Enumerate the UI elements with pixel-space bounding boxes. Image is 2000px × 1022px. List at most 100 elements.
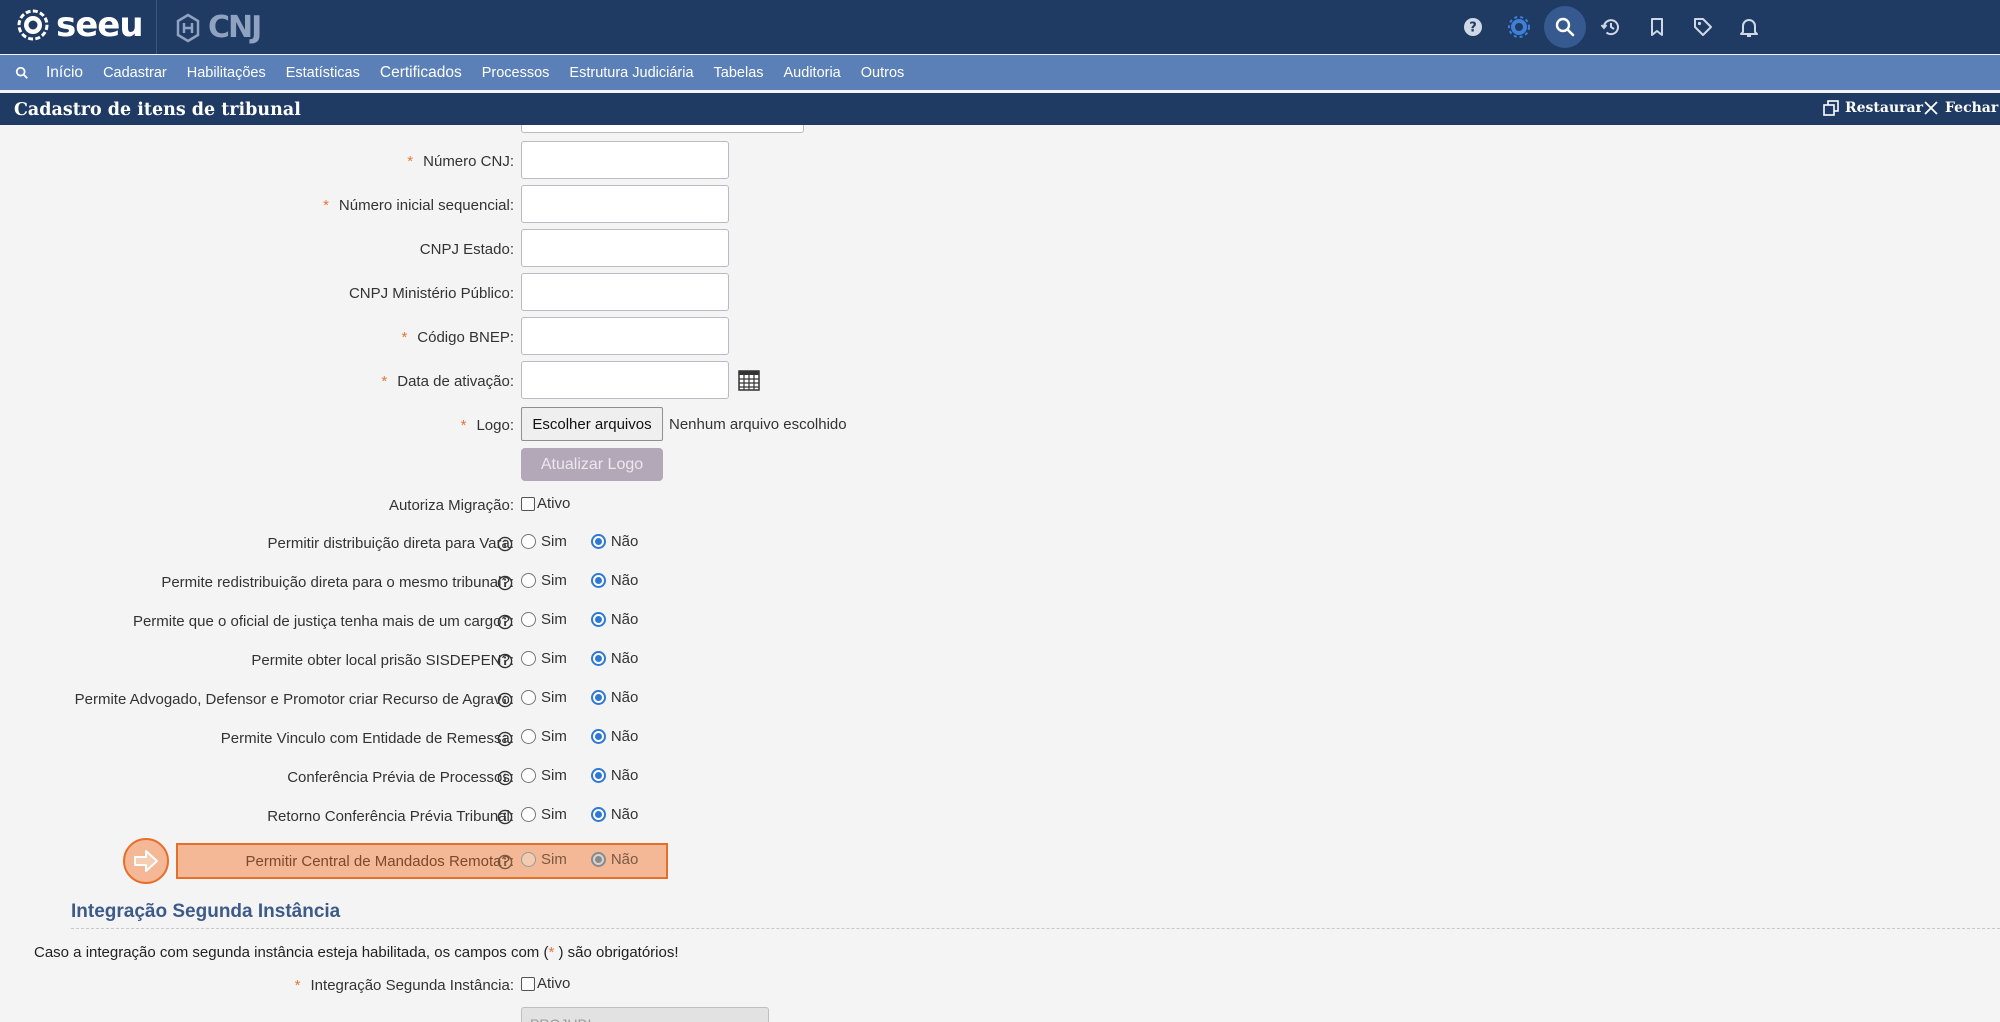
menu-item-inicio[interactable]: Início (46, 64, 83, 82)
radio-nao[interactable] (590, 807, 606, 822)
numero-inicial-label: * Número inicial sequencial: (323, 197, 514, 214)
radio-nao[interactable] (590, 690, 606, 705)
restore-button[interactable]: Restaurar (1822, 99, 1923, 117)
radio-sim[interactable] (521, 573, 536, 588)
numero-cnj-text: Número CNJ: (423, 153, 514, 170)
numero-cnj-label: * Número CNJ: (407, 153, 514, 170)
info-icon[interactable] (497, 770, 513, 786)
info-icon[interactable] (497, 854, 513, 870)
integracao-checkbox[interactable] (521, 976, 535, 991)
radio-nao[interactable] (590, 612, 606, 627)
radio-label: Permitir Central de Mandados Remota?: (245, 853, 514, 870)
top-bar: seeu CNJ ? (0, 0, 2000, 54)
menu-item-outros[interactable]: Outros (861, 65, 905, 81)
bookmark-icon[interactable] (1634, 4, 1680, 50)
menu-item-habilitacoes[interactable]: Habilitações (187, 65, 266, 81)
autoriza-migracao-checkbox[interactable] (521, 496, 535, 511)
radio-sim-label: Sim (541, 851, 567, 868)
info-icon[interactable] (497, 809, 513, 825)
radio-nao-label: Não (610, 650, 639, 667)
radio-sim-label: Sim (541, 767, 567, 784)
info-icon[interactable] (497, 692, 513, 708)
info-icon[interactable] (497, 731, 513, 747)
radio-nao[interactable] (590, 768, 606, 783)
help-icon[interactable]: ? (1450, 4, 1496, 50)
radio-sim[interactable] (521, 612, 536, 627)
radio-nao-label: Não (610, 689, 639, 706)
choose-file-button[interactable]: Escolher arquivos (521, 407, 663, 441)
menu-item-auditoria[interactable]: Auditoria (784, 65, 841, 81)
radio-label: Permite Vinculo com Entidade de Remessa: (220, 730, 514, 747)
radio-sim[interactable] (521, 651, 536, 666)
radio-sim-label: Sim (541, 533, 567, 550)
radio-label: Permitir distribuição direta para Vara: (267, 535, 515, 552)
info-icon[interactable] (497, 575, 513, 591)
svg-text:?: ? (1469, 21, 1477, 36)
radio-nao[interactable] (590, 729, 606, 744)
cnj-mark-icon (176, 13, 200, 42)
radio-nao-label: Não (610, 728, 639, 745)
bell-icon[interactable] (1726, 4, 1772, 50)
row-data-ativacao: * Data de ativação: (0, 361, 2000, 401)
theme-toggle-icon[interactable] (1496, 4, 1542, 50)
row-cnpj-estado: CNPJ Estado: (0, 229, 2000, 269)
menu-item-estrutura-judiciaria[interactable]: Estrutura Judiciária (569, 65, 693, 81)
cnpj-estado-input[interactable] (521, 229, 729, 267)
radio-nao[interactable] (590, 534, 606, 549)
radio-group: Sim Não (521, 611, 638, 628)
update-logo-button[interactable]: Atualizar Logo (521, 448, 663, 481)
restore-label: Restaurar (1845, 100, 1923, 116)
cnpj-mp-label: CNPJ Ministério Público: (348, 285, 514, 302)
menu-search-icon[interactable] (12, 63, 32, 83)
info-icon[interactable] (497, 536, 513, 552)
close-button[interactable]: Fechar (1922, 99, 1998, 117)
required-mark: * (407, 153, 414, 170)
numero-inicial-input[interactable] (521, 185, 729, 223)
previous-field-partial[interactable] (521, 125, 804, 133)
required-mark: * (381, 373, 388, 390)
row-radio-central-mandados: Permitir Central de Mandados Remota?: Si… (0, 837, 2000, 885)
menu-item-processos[interactable]: Processos (482, 65, 550, 81)
radio-nao[interactable] (590, 651, 606, 666)
radio-sim[interactable] (521, 534, 536, 549)
section-divider (71, 928, 2000, 929)
row-cnpj-mp: CNPJ Ministério Público: (0, 273, 2000, 313)
radio-sim[interactable] (521, 852, 536, 867)
radio-label: Retorno Conferência Prévia Tribunal: (267, 808, 514, 825)
radio-group: Sim Não (521, 851, 638, 868)
radio-nao-label: Não (610, 533, 639, 550)
cnpj-estado-label: CNPJ Estado: (419, 241, 514, 258)
numero-inicial-text: Número inicial sequencial: (338, 197, 514, 214)
radio-label: Permite que o oficial de justiça tenha m… (132, 613, 514, 630)
menu-item-tabelas[interactable]: Tabelas (714, 65, 764, 81)
form-content: * Número CNJ: * Número inicial sequencial:… (0, 125, 2000, 1022)
radio-label: Permite Advogado, Defensor e Promotor cr… (74, 691, 514, 708)
calendar-icon[interactable] (738, 369, 760, 391)
info-icon[interactable] (497, 614, 513, 630)
seeu-logo[interactable]: seeu (16, 8, 144, 42)
radio-sim[interactable] (521, 690, 536, 705)
menu-item-estatisticas[interactable]: Estatísticas (286, 65, 360, 81)
tag-icon[interactable] (1680, 4, 1726, 50)
codigo-bnep-input[interactable] (521, 317, 729, 355)
row-numero-cnj: * Número CNJ: (0, 141, 2000, 181)
arrow-pointer-icon (123, 838, 169, 884)
cnpj-mp-input[interactable] (521, 273, 729, 311)
radio-nao[interactable] (590, 573, 606, 588)
radio-sim[interactable] (521, 768, 536, 783)
info-icon[interactable] (497, 653, 513, 669)
gear-logo-icon (17, 9, 49, 41)
menu-item-certificados[interactable]: Certificados (380, 64, 462, 82)
row-codigo-bnep: * Código BNEP: (0, 317, 2000, 357)
data-ativacao-input[interactable] (521, 361, 729, 399)
radio-sim[interactable] (521, 729, 536, 744)
logo-text: Logo: (476, 417, 514, 434)
menu-item-cadastrar[interactable]: Cadastrar (103, 65, 167, 81)
history-icon[interactable] (1588, 4, 1634, 50)
main-menu: Início Cadastrar Habilitações Estatístic… (0, 55, 2000, 90)
radio-nao[interactable] (590, 852, 606, 867)
numero-cnj-input[interactable] (521, 141, 729, 179)
search-icon[interactable] (1544, 6, 1586, 48)
codigo-bnep-text: Código BNEP: (417, 329, 514, 346)
radio-sim[interactable] (521, 807, 536, 822)
